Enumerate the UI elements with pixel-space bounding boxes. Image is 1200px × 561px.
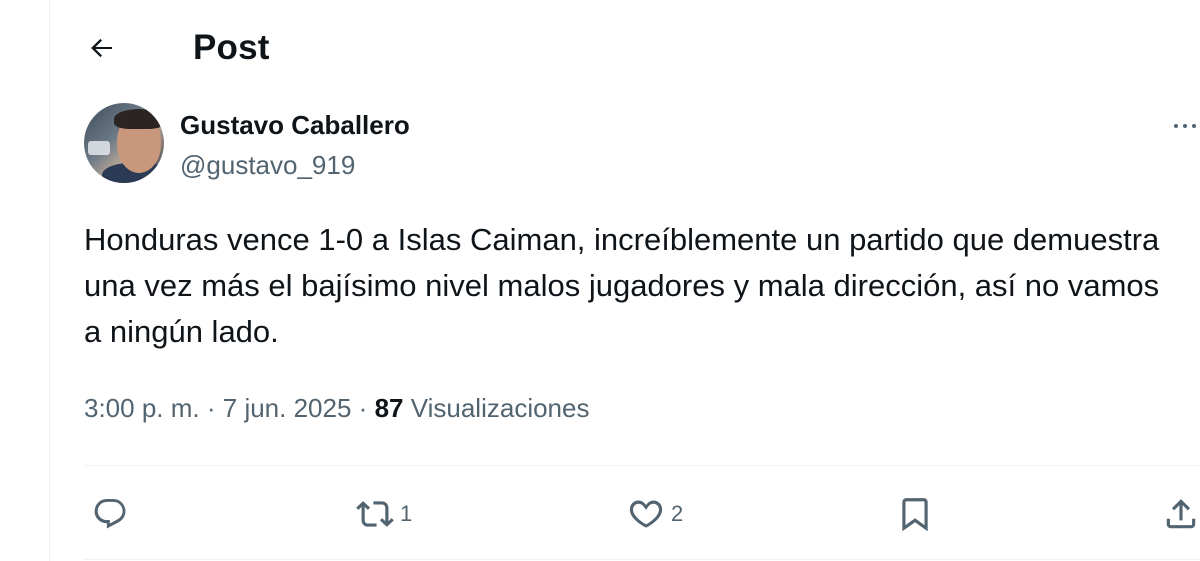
more-options-button[interactable] [1170,111,1200,141]
action-bar: 1 2 [84,488,1200,540]
post-author: Gustavo Caballero @gustavo_919 [84,103,1200,187]
repost-icon [356,501,394,527]
reply-icon [94,499,126,529]
views-count: 87 [374,393,404,423]
bookmark-icon [902,498,928,532]
views-label: Visualizaciones [410,393,590,423]
bookmark-button[interactable] [896,488,934,540]
top-bar: Post [84,18,270,78]
page-title: Post [193,28,270,67]
like-button[interactable]: 2 [627,488,683,540]
post-text: Honduras vence 1-0 a Islas Caiman, incre… [84,222,1160,349]
avatar[interactable] [84,103,164,183]
post-meta: 3:00 p. m. · 7 jun. 2025 · 87 Visualizac… [84,393,589,424]
bottom-divider [84,559,1200,560]
share-button[interactable] [1162,488,1200,540]
heart-icon [629,500,663,528]
author-name[interactable]: Gustavo Caballero [180,110,410,141]
back-button[interactable] [81,27,123,69]
post-page: Post Gustavo Caballero @gustavo_919 Hond… [0,0,1200,561]
divider [84,465,1200,466]
arrow-left-icon [91,38,112,58]
meta-separator: · [358,393,368,423]
meta-separator: · [206,393,216,423]
column-border [49,0,50,561]
more-icon [1174,124,1178,128]
reply-button[interactable] [92,488,134,540]
share-icon [1166,499,1196,529]
post-time[interactable]: 3:00 p. m. [84,393,200,423]
post-date[interactable]: 7 jun. 2025 [223,393,352,423]
repost-count: 1 [400,501,413,526]
like-count: 2 [671,501,684,526]
author-handle[interactable]: @gustavo_919 [180,150,355,181]
repost-button[interactable]: 1 [356,488,412,540]
